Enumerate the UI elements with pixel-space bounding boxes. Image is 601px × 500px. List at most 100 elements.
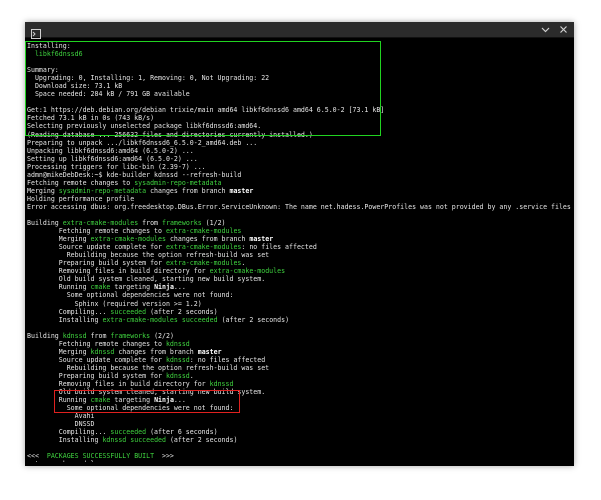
terminal-line: Fetching remote changes to sysadmin-repo… — [27, 179, 572, 187]
terminal-text: >>> — [154, 452, 174, 461]
terminal-line: Preparing build system for extra-cmake-m… — [27, 259, 572, 267]
terminal-line: extra-cmake-modules — [27, 460, 572, 462]
terminal-line: Get:1 https://deb.debian.org/debian trix… — [27, 106, 572, 114]
terminal-text: Ninja — [154, 283, 174, 292]
terminal-text: Preparing build system for — [27, 371, 166, 380]
terminal-line: Building extra-cmake-modules from framew… — [27, 219, 572, 227]
terminal-line: libkf6dnssd6 — [27, 50, 572, 58]
terminal-text: succeeded — [110, 428, 147, 437]
terminal-text: changes from branch — [165, 235, 250, 244]
terminal-text: (after 2 seconds) — [217, 315, 290, 324]
terminal-text: master — [197, 347, 222, 356]
terminal-line: Error accessing dbus: org.freedesktop.DB… — [27, 203, 572, 211]
terminal-text: Fetching remote changes to — [27, 339, 166, 348]
terminal-text: Source update complete for — [27, 355, 166, 364]
terminal-line: Processing triggers for libc-bin (2.39-7… — [27, 163, 572, 171]
terminal-text: succeeded — [110, 307, 147, 316]
terminal-line: DNSSD — [27, 420, 572, 428]
terminal-text: master — [229, 186, 254, 195]
terminal-line: Compiling... succeeded (after 6 seconds) — [27, 428, 572, 436]
terminal-text: . — [241, 259, 246, 268]
terminal-text: Merging — [27, 186, 59, 195]
terminal-line: Merging kdnssd changes from branch maste… — [27, 348, 572, 356]
terminal-text: Fetching remote changes to — [27, 178, 135, 187]
terminal-text: ... — [173, 396, 186, 405]
terminal-line: Installing: — [27, 42, 572, 50]
terminal-text: targeting — [110, 283, 155, 292]
terminal-line: Space needed: 284 kB / 791 GB available — [27, 90, 572, 98]
terminal-text: DNSSD — [27, 420, 95, 429]
terminal-text: Removing files in build directory for — [27, 267, 210, 276]
terminal-text: . — [189, 371, 194, 380]
terminal-text: extra-cmake-modules — [165, 243, 242, 252]
chevron-down-icon[interactable] — [539, 23, 552, 36]
terminal-line: Old build system cleaned, starting new b… — [27, 275, 572, 283]
terminal-line: Preparing to unpack .../libkf6dnssd6_6.5… — [27, 139, 572, 147]
terminal-line: Some optional dependencies were not foun… — [27, 404, 572, 412]
terminal-text: Holding performance profile — [27, 194, 135, 203]
terminal-text: Running — [27, 396, 91, 405]
terminal-line: Removing files in build directory for ex… — [27, 267, 572, 275]
terminal-line: Old build system cleaned, starting new b… — [27, 388, 572, 396]
terminal-text: extra-cmake-modules — [209, 267, 286, 276]
terminal-line: Summary: — [27, 66, 572, 74]
terminal-text: Avahi — [27, 412, 95, 421]
terminal-line: Rebuilding because the option refresh-bu… — [27, 251, 572, 259]
terminal-text: frameworks — [110, 331, 151, 340]
terminal-text: Rebuilding because the option refresh-bu… — [27, 251, 270, 260]
terminal-text: kdnssd — [90, 347, 115, 356]
terminal-text: kdnssd — [209, 379, 234, 388]
terminal-line: Installing kdnssd succeeded (after 2 sec… — [27, 436, 572, 444]
terminal-text: Preparing build system for — [27, 259, 166, 268]
terminal-line: Holding performance profile — [27, 195, 572, 203]
terminal-text: Sphinx (required version >= 1.2) — [27, 299, 202, 308]
terminal-text: kdnssd — [62, 331, 87, 340]
terminal-text: Removing files in build directory for — [27, 379, 210, 388]
terminal-line: Fetched 73.1 kB in 0s (743 kB/s) — [27, 114, 572, 122]
close-icon[interactable] — [557, 23, 570, 36]
terminal-text: Preparing to unpack .../libkf6dnssd6_6.5… — [27, 138, 258, 147]
terminal-text: from — [138, 219, 162, 228]
terminal-line: Unpacking libkf6dnssd6:amd64 (6.5.0-2) .… — [27, 147, 572, 155]
terminal-text: extra-cmake-modules — [102, 315, 178, 324]
terminal-text: changes from branch — [146, 186, 230, 195]
terminal-text: targeting — [110, 396, 155, 405]
terminal-text: (after 2 seconds) — [146, 307, 218, 316]
terminal-text: (after 6 seconds) — [146, 428, 218, 437]
terminal-text: Rebuilding because the option refresh-bu… — [27, 363, 270, 372]
terminal-text: Upgrading: 0, Installing: 1, Removing: 0… — [27, 74, 270, 83]
terminal-text: Compiling... — [27, 307, 111, 316]
terminal-text: Installing — [27, 436, 103, 445]
terminal-text: Summary: — [27, 66, 59, 75]
terminal-text: Setting up libkf6dnssd6:amd64 (6.5.0-2) … — [27, 154, 198, 163]
terminal-line: Rebuilding because the option refresh-bu… — [27, 364, 572, 372]
terminal-line: Removing files in build directory for kd… — [27, 380, 572, 388]
terminal-text: kdnssd — [165, 355, 190, 364]
terminal-text: Ninja — [154, 396, 174, 405]
terminal-menu-icon[interactable] — [31, 24, 41, 39]
terminal-output[interactable]: Installing: libkf6dnssd6 Summary: Upgradi… — [27, 42, 572, 462]
terminal-text: libkf6dnssd6 — [34, 50, 83, 59]
terminal-text: Installing — [27, 315, 103, 324]
terminal-text: extra-cmake-modules — [165, 227, 242, 236]
terminal-line: Some optional dependencies were not foun… — [27, 291, 572, 299]
terminal-text: <<< — [27, 452, 47, 461]
terminal-text: extra-cmake-modules — [27, 460, 102, 462]
terminal-text: PACKAGES SUCCESSFULLY BUILT — [46, 452, 155, 461]
terminal-text: kdnssd — [165, 339, 190, 348]
terminal-line: Source update complete for kdnssd: no fi… — [27, 356, 572, 364]
terminal-text: Merging — [27, 347, 91, 356]
terminal-text: changes from branch — [114, 347, 198, 356]
terminal-line: Setting up libkf6dnssd6:amd64 (6.5.0-2) … — [27, 155, 572, 163]
terminal-text: Get:1 https://deb.debian.org/debian trix… — [27, 106, 385, 115]
terminal-line: Building kdnssd from frameworks (2/2) — [27, 332, 572, 340]
terminal-text: cmake — [90, 283, 111, 292]
terminal-line: (Reading database ... 256632 files and d… — [27, 131, 572, 139]
terminal-text: Unpacking libkf6dnssd6:amd64 (6.5.0-2) .… — [27, 146, 194, 155]
terminal-line: <<< PACKAGES SUCCESSFULLY BUILT >>> — [27, 452, 572, 460]
terminal-text: extra-cmake-modules — [165, 259, 242, 268]
terminal-text: Download size: 73.1 kB — [27, 82, 123, 91]
